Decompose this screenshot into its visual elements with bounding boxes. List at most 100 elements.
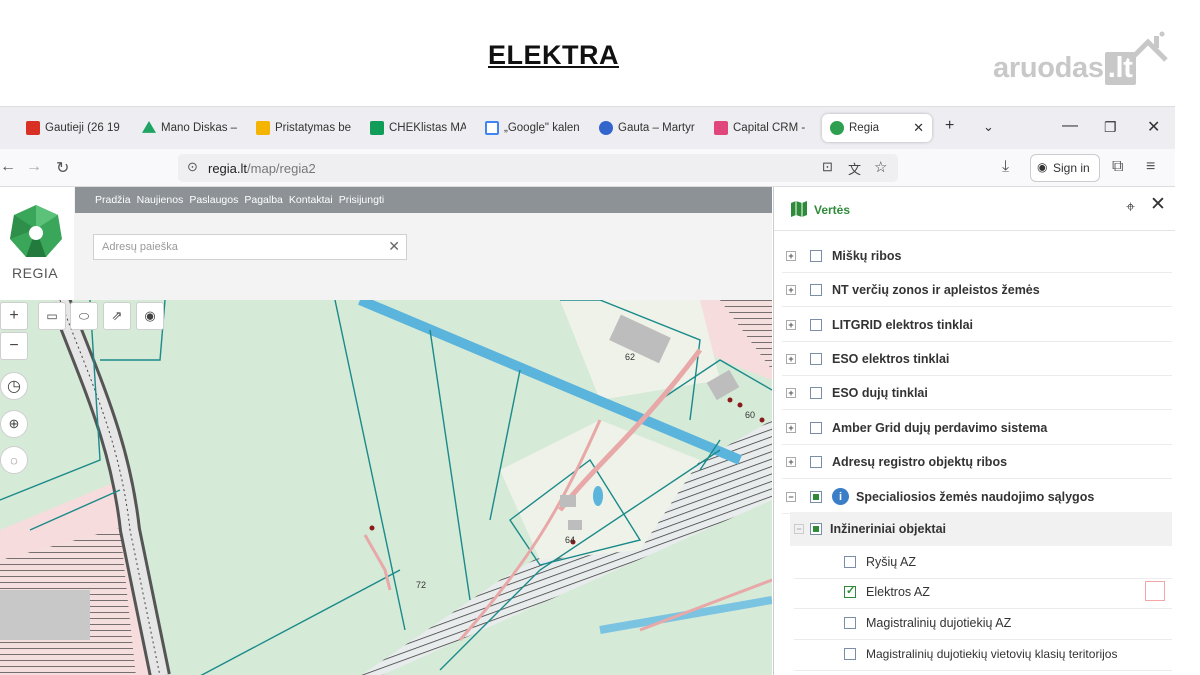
menu-item-paslaugos[interactable]: Paslaugos: [189, 194, 238, 206]
unpin-icon[interactable]: ⌖: [1126, 199, 1135, 217]
layer-adresu-registro[interactable]: + Adresų registro objektų ribos: [782, 445, 1172, 479]
layer-eso-duju[interactable]: + ESO dujų tinklai: [782, 376, 1172, 410]
menu-item-naujienos[interactable]: Naujienos: [137, 194, 184, 206]
close-panel-icon[interactable]: ✕: [1150, 193, 1166, 216]
menu-icon[interactable]: ≡: [1146, 158, 1155, 176]
calendar-icon: [485, 121, 499, 135]
expand-icon[interactable]: +: [786, 319, 796, 330]
clock-icon[interactable]: ◷: [0, 372, 28, 400]
info-icon[interactable]: i: [832, 488, 849, 505]
layer-checkbox[interactable]: [810, 490, 822, 503]
crosshair-icon[interactable]: ⊕: [0, 410, 28, 438]
clear-search-icon[interactable]: ✕: [388, 238, 400, 255]
tab-label: Pristatymas be: [275, 122, 352, 134]
reload-icon[interactable]: ↻: [56, 158, 69, 178]
group-label: Inžineriniai objektai: [830, 522, 946, 536]
expand-icon[interactable]: +: [786, 422, 796, 433]
zoom-out-button[interactable]: −: [0, 332, 28, 360]
tab-slides[interactable]: Pristatymas be: [256, 114, 352, 142]
panel-header: Vertės ⌖ ✕: [774, 187, 1175, 231]
url-bar[interactable]: ⊙ regia.lt/map/regia2 ⊡ 文 ☆: [178, 154, 898, 182]
layer-litgrid[interactable]: + LITGRID elektros tinklai: [782, 308, 1172, 342]
tab-mail[interactable]: Gauta – Martyr: [599, 114, 695, 142]
sublayer-vietoviu-klasiu[interactable]: Magistralinių dujotiekių vietovių klasių…: [794, 637, 1172, 671]
expand-icon[interactable]: +: [786, 250, 796, 261]
measure-icon[interactable]: ▭: [38, 302, 66, 330]
layer-specialiosios-salygos[interactable]: − i Specialiosios žemės naudojimo sąlygos: [782, 480, 1172, 514]
sublayer-elektros-az[interactable]: Elektros AZ: [794, 575, 1172, 609]
chevron-down-icon[interactable]: ⌄: [983, 119, 994, 135]
menu-item-pradzia[interactable]: Pradžia: [95, 194, 131, 206]
search-placeholder: Adresų paieška: [102, 241, 178, 253]
close-tab-icon[interactable]: ✕: [913, 120, 924, 136]
sublayer-checkbox[interactable]: [844, 555, 856, 568]
tab-sheets[interactable]: CHEKlistas MA: [370, 114, 466, 142]
forward-icon[interactable]: →: [26, 158, 42, 176]
restore-icon[interactable]: ❐: [1104, 119, 1117, 136]
legend-swatch: [1145, 581, 1165, 601]
map-layer: 62 60 64 72: [0, 300, 772, 675]
tab-label: Mano Diskas –: [161, 122, 238, 134]
regia-logo[interactable]: REGIA: [0, 187, 74, 300]
group-inzineriniai-objektai[interactable]: − Inžineriniai objektai: [790, 512, 1172, 546]
sublayer-checkbox[interactable]: [844, 616, 856, 629]
new-tab-icon[interactable]: +: [945, 117, 954, 135]
layer-checkbox[interactable]: [810, 352, 822, 365]
url-path: /map/regia2: [247, 160, 316, 176]
layer-miskus-ribos[interactable]: + Miškų ribos: [782, 239, 1172, 273]
sheets-icon: [370, 121, 384, 135]
extensions-icon[interactable]: ⧉: [1112, 158, 1123, 176]
layer-checkbox[interactable]: [810, 283, 822, 296]
marker-icon[interactable]: ⬭: [70, 302, 98, 330]
layer-checkbox[interactable]: [810, 386, 822, 399]
sublayer-checkbox[interactable]: [844, 584, 856, 598]
layer-amber-grid[interactable]: + Amber Grid dujų perdavimo sistema: [782, 411, 1172, 445]
translate-icon[interactable]: 文: [848, 159, 861, 178]
tab-drive[interactable]: Mano Diskas –: [142, 114, 242, 142]
share-icon[interactable]: ⇗: [103, 302, 131, 330]
slide: ELEKTRA aruodas .lt Gautieji (26 19 Mano …: [0, 0, 1200, 675]
layer-label: Miškų ribos: [832, 248, 902, 263]
site-info-icon[interactable]: ⊙: [187, 159, 198, 175]
signin-button[interactable]: ◉ Sign in: [1030, 154, 1100, 182]
layer-eso-elektros[interactable]: + ESO elektros tinklai: [782, 342, 1172, 376]
layer-nt-verciu-zonos[interactable]: + NT verčių zonos ir apleistos žemės: [782, 273, 1172, 307]
back-icon[interactable]: ←: [0, 158, 16, 176]
expand-icon[interactable]: +: [786, 387, 796, 398]
address-search-input[interactable]: Adresų paieška ✕: [93, 234, 407, 260]
install-icon[interactable]: ⊡: [822, 159, 833, 175]
layer-checkbox[interactable]: [810, 421, 822, 434]
locate-icon[interactable]: ◉: [136, 302, 164, 330]
bookmark-star-icon[interactable]: ☆: [874, 158, 887, 176]
signin-label: Sign in: [1053, 161, 1090, 175]
sublayer-checkbox[interactable]: [844, 647, 856, 660]
layer-checkbox[interactable]: [810, 455, 822, 468]
downloads-icon[interactable]: ⤓: [1002, 158, 1009, 176]
sublayer-label: Elektros AZ: [866, 584, 930, 599]
tab-regia[interactable]: Regia ✕: [822, 114, 932, 142]
expand-icon[interactable]: +: [786, 353, 796, 364]
collapse-icon[interactable]: −: [794, 524, 804, 534]
minimize-icon[interactable]: —: [1062, 117, 1078, 135]
power-line-zone-2: [599, 596, 772, 634]
menu-item-kontaktai[interactable]: Kontaktai: [289, 194, 333, 206]
expand-icon[interactable]: +: [786, 284, 796, 295]
sublayer-rysiu-az[interactable]: Ryšių AZ: [794, 545, 1172, 579]
expand-icon[interactable]: +: [786, 456, 796, 467]
tab-crm[interactable]: Capital CRM -: [714, 114, 810, 142]
layer-checkbox[interactable]: [810, 318, 822, 331]
tab-calendar[interactable]: „Google" kalen: [485, 114, 581, 142]
browser-window: Gautieji (26 19 Mano Diskas – Pristatyma…: [0, 106, 1175, 675]
sublayer-magistraliniu-dujotiekiu[interactable]: Magistralinių dujotiekių AZ: [794, 606, 1172, 640]
menu-item-prisijungti[interactable]: Prisijungti: [339, 194, 385, 206]
layer-checkbox[interactable]: [810, 249, 822, 262]
collapse-icon[interactable]: −: [786, 491, 796, 502]
menu-item-pagalba[interactable]: Pagalba: [244, 194, 283, 206]
group-checkbox[interactable]: [810, 523, 822, 535]
close-window-icon[interactable]: ✕: [1147, 117, 1160, 137]
tab-gmail[interactable]: Gautieji (26 19: [26, 114, 126, 142]
aruodas-watermark: aruodas .lt: [993, 52, 1136, 85]
map-canvas[interactable]: 62 60 64 72 + − ▭ ⬭ ⇗ ◉ ◷ ⊕ ◌: [0, 300, 772, 675]
zoom-in-button[interactable]: +: [0, 302, 28, 330]
lasso-icon[interactable]: ◌: [0, 446, 28, 474]
